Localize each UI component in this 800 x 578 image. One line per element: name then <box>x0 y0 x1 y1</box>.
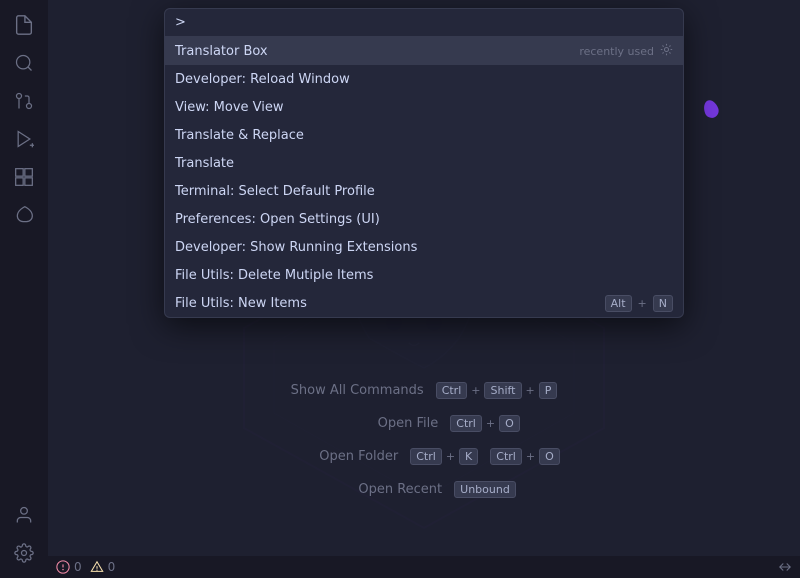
account-icon[interactable] <box>7 498 41 532</box>
command-item[interactable]: Translate & Replace <box>165 121 683 149</box>
source-control-icon[interactable] <box>7 84 41 118</box>
command-item-label: Translate <box>175 156 234 171</box>
command-item[interactable]: Translator Box recently used <box>165 37 683 65</box>
command-item[interactable]: Developer: Show Running Extensions <box>165 233 683 261</box>
command-item-label: Translator Box <box>175 44 268 59</box>
main-area: Translator Box recently used Developer: Re… <box>48 0 800 578</box>
keyboard-shortcut-key: Alt <box>605 295 632 312</box>
command-item[interactable]: Terminal: Select Default Profile <box>165 177 683 205</box>
run-debug-icon[interactable] <box>7 122 41 156</box>
command-input[interactable] <box>175 15 673 30</box>
recently-used-label: recently used <box>579 45 654 58</box>
command-list: Translator Box recently used Developer: Re… <box>165 37 683 317</box>
command-item-label: Developer: Reload Window <box>175 72 350 87</box>
command-item-label: Terminal: Select Default Profile <box>175 184 375 199</box>
key-separator: + <box>638 297 647 310</box>
command-item[interactable]: Preferences: Open Settings (UI) <box>165 205 683 233</box>
leaf-icon[interactable] <box>7 198 41 232</box>
command-overlay: Translator Box recently used Developer: Re… <box>48 0 800 578</box>
command-item-label: View: Move View <box>175 100 284 115</box>
command-item-label: Developer: Show Running Extensions <box>175 240 417 255</box>
settings-icon[interactable] <box>7 536 41 570</box>
command-item-label: Preferences: Open Settings (UI) <box>175 212 380 227</box>
extensions-icon[interactable] <box>7 160 41 194</box>
command-item[interactable]: File Utils: Delete Mutiple Items <box>165 261 683 289</box>
command-item[interactable]: View: Move View <box>165 93 683 121</box>
command-item[interactable]: Developer: Reload Window <box>165 65 683 93</box>
files-icon[interactable] <box>7 8 41 42</box>
command-item-label: File Utils: New Items <box>175 296 307 311</box>
search-icon[interactable] <box>7 46 41 80</box>
command-item[interactable]: Translate <box>165 149 683 177</box>
command-item[interactable]: File Utils: New Items Alt + N <box>165 289 683 317</box>
command-item-label: Translate & Replace <box>175 128 304 143</box>
configure-icon[interactable] <box>660 43 673 60</box>
command-palette: Translator Box recently used Developer: Re… <box>164 8 684 318</box>
command-input-wrapper <box>165 9 683 37</box>
sidebar <box>0 0 48 578</box>
command-item-label: File Utils: Delete Mutiple Items <box>175 268 373 283</box>
keyboard-shortcut-key: N <box>653 295 673 312</box>
